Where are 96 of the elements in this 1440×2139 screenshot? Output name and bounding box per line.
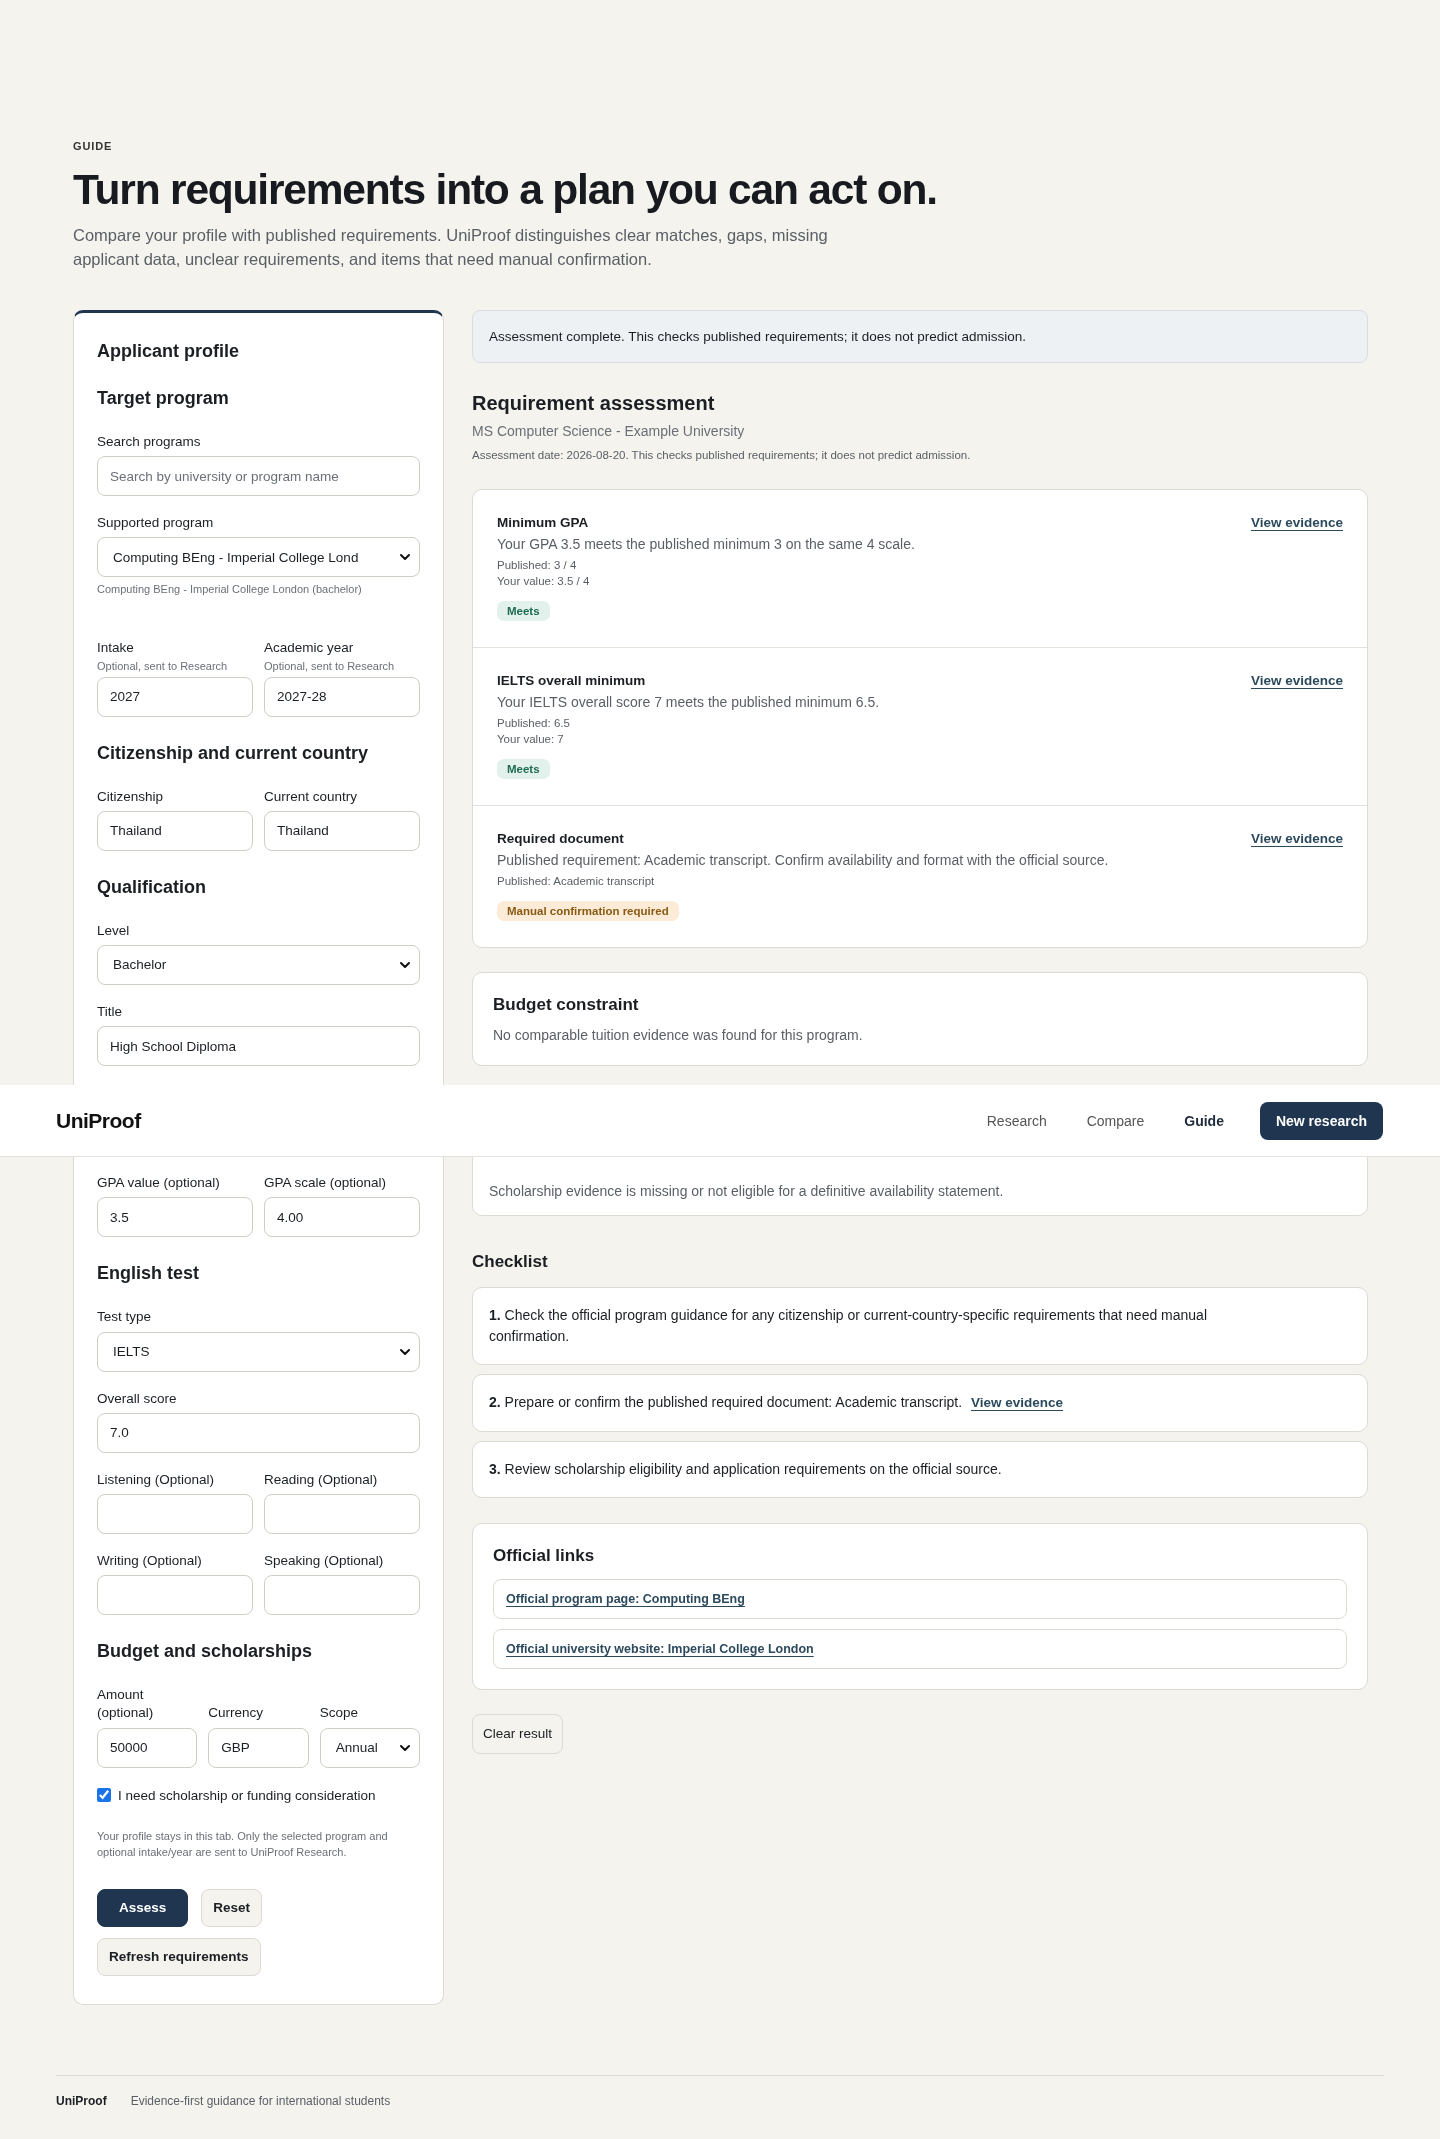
section-heading: Budget and scholarships [97, 1641, 314, 1663]
action-button[interactable]: Refresh requirements [97, 1937, 261, 1976]
nav-link[interactable]: Research [986, 1112, 1047, 1129]
eyebrow-label: GUIDE [73, 140, 114, 152]
dropdown[interactable]: Computing BEng - Imperial College Lond [97, 537, 420, 578]
field-label: Overall score [97, 1389, 178, 1408]
official-link[interactable]: Official university website: Imperial College London [506, 1641, 814, 1656]
checklist-text: 3. Review scholarship eligibility and application requirements on the official source. [489, 1459, 1003, 1479]
field-label: Current country [264, 787, 359, 806]
text-field[interactable]: 50000 [97, 1727, 198, 1768]
evidence-link[interactable]: View evidence [1250, 831, 1343, 847]
text-field[interactable]: 7.0 [97, 1412, 420, 1453]
dropdown[interactable]: Bachelor [97, 944, 420, 985]
text-field[interactable]: 4.00 [264, 1197, 420, 1238]
text-field[interactable]: GBP [208, 1727, 309, 1768]
requirement-summary: Published requirement: Academic transcript. Confirm availability and format with the official source. [497, 852, 1110, 869]
checkbox-label: I need scholarship or funding consideration [118, 1787, 376, 1803]
section-title: Requirement assessment [472, 391, 716, 415]
section-title: Checklist [472, 1252, 549, 1273]
requirement-detail: Your value: 3.5 / 4 [497, 573, 591, 589]
status-badge: Meets [497, 759, 550, 780]
checklist-text: 1. Check the official program guidance for any citizenship or current-country-specific requirements that need manual confirmation. [489, 1306, 1208, 1347]
card-title: Official links [493, 1545, 596, 1566]
checkbox[interactable] [97, 1788, 111, 1803]
page-description: Compare your profile with published requirements. UniProof distinguishes clear matches, gaps, missing applicant data, unclear requirements, and items that need manual confirmation. [73, 225, 829, 270]
text-field[interactable]: 2027 [97, 676, 253, 717]
action-button[interactable]: Assess [97, 1888, 189, 1927]
card-title: Budget constraint [493, 995, 640, 1016]
banner-text: Assessment complete. This checks published requirements; it does not predict admission. [489, 328, 1026, 344]
field-label: Search programs [97, 432, 202, 451]
field-label: Test type [97, 1308, 153, 1327]
section-heading: Qualification [97, 876, 207, 898]
requirement-title: Required document [497, 831, 625, 847]
field-label: Supported program [97, 514, 215, 533]
status-badge: Manual confirmation required [497, 901, 679, 922]
field-label: Speaking (Optional) [264, 1552, 385, 1571]
evidence-link[interactable]: View evidence [971, 1395, 1064, 1411]
field-label: GPA value (optional) [97, 1174, 221, 1193]
clear-result-button[interactable]: Clear result [472, 1713, 564, 1754]
text-field[interactable]: 2027-28 [264, 676, 420, 717]
field-label: Reading (Optional) [264, 1470, 379, 1489]
dropdown[interactable]: IELTS [97, 1331, 420, 1372]
action-button[interactable]: Reset [201, 1888, 263, 1927]
requirement-summary: Your GPA 3.5 meets the published minimum 3 on the same 4 scale. [497, 535, 916, 552]
footer-brand: UniProof [56, 2094, 107, 2108]
text-field[interactable] [97, 1494, 253, 1535]
text-field[interactable]: Thailand [264, 810, 420, 851]
field-label: Academic year [264, 639, 355, 658]
section-heading: English test [97, 1263, 200, 1285]
logo: UniProof [56, 1108, 141, 1133]
requirement-detail: Published: Academic transcript [497, 874, 656, 890]
requirement-title: Minimum GPA [497, 514, 590, 530]
field-label: Intake [97, 639, 135, 658]
program-subtitle: MS Computer Science - Example University [472, 422, 746, 439]
requirement-detail: Published: 3 / 4 [497, 557, 578, 573]
evidence-link[interactable]: View evidence [1250, 514, 1343, 530]
requirement-title: IELTS overall minimum [497, 673, 647, 689]
official-link[interactable]: Official program page: Computing BEng [506, 1591, 745, 1606]
field-label: Currency [208, 1704, 265, 1723]
field-label: Listening (Optional) [97, 1470, 216, 1489]
field-label: Writing (Optional) [97, 1552, 203, 1571]
text-field[interactable]: 3.5 [97, 1197, 253, 1238]
evidence-link[interactable]: View evidence [1250, 673, 1343, 689]
new-research-button[interactable]: New research [1259, 1101, 1383, 1140]
field-label: Citizenship [97, 787, 165, 806]
field-label: Level [97, 921, 131, 940]
section-heading: Citizenship and current country [97, 742, 370, 764]
field-help: Computing BEng - Imperial College London (bachelor) [97, 583, 363, 596]
text-field[interactable] [264, 1494, 420, 1535]
text-field[interactable]: Thailand [97, 810, 253, 851]
dropdown[interactable]: Annual [319, 1727, 420, 1768]
status-badge: Meets [497, 601, 550, 622]
text-field[interactable] [264, 1575, 420, 1616]
field-hint: Optional, sent to Research [97, 659, 229, 672]
nav-link[interactable]: Compare [1086, 1112, 1145, 1129]
field-label: Scope [319, 1704, 359, 1723]
assessment-date: Assessment date: 2026-08-20. This checks published requirements; it does not predict admission. [472, 448, 972, 461]
field-label: Amount (optional) [97, 1686, 155, 1723]
nav-link[interactable]: Guide [1184, 1112, 1224, 1129]
text-field[interactable] [97, 1575, 253, 1616]
field-hint: Optional, sent to Research [264, 659, 396, 672]
text-field[interactable]: Search by university or program name [97, 456, 420, 497]
field-label: Title [97, 1002, 123, 1021]
requirement-detail: Your value: 7 [497, 732, 565, 748]
text-field[interactable]: High School Diploma [97, 1026, 420, 1067]
section-heading: Target program [97, 387, 230, 409]
card-text: No comparable tuition evidence was found for this program. [493, 1027, 864, 1044]
privacy-note: Your profile stays in this tab. Only the selected program and optional intake/year are sent to UniProof Research. [97, 1828, 389, 1860]
checklist-text: 2. Prepare or confirm the published required document: Academic transcript. View evidence [489, 1393, 1065, 1413]
requirement-summary: Your IELTS overall score 7 meets the published minimum 6.5. [497, 694, 881, 711]
requirement-detail: Published: 6.5 [497, 716, 571, 732]
panel-title: Applicant profile [97, 340, 240, 362]
card-text: Scholarship evidence is missing or not eligible for a definitive availability statement. [489, 1183, 1005, 1200]
page-title: Turn requirements into a plan you can act on. [73, 166, 938, 214]
footer-tagline: Evidence-first guidance for international students [130, 2094, 391, 2108]
field-label: GPA scale (optional) [264, 1174, 388, 1193]
